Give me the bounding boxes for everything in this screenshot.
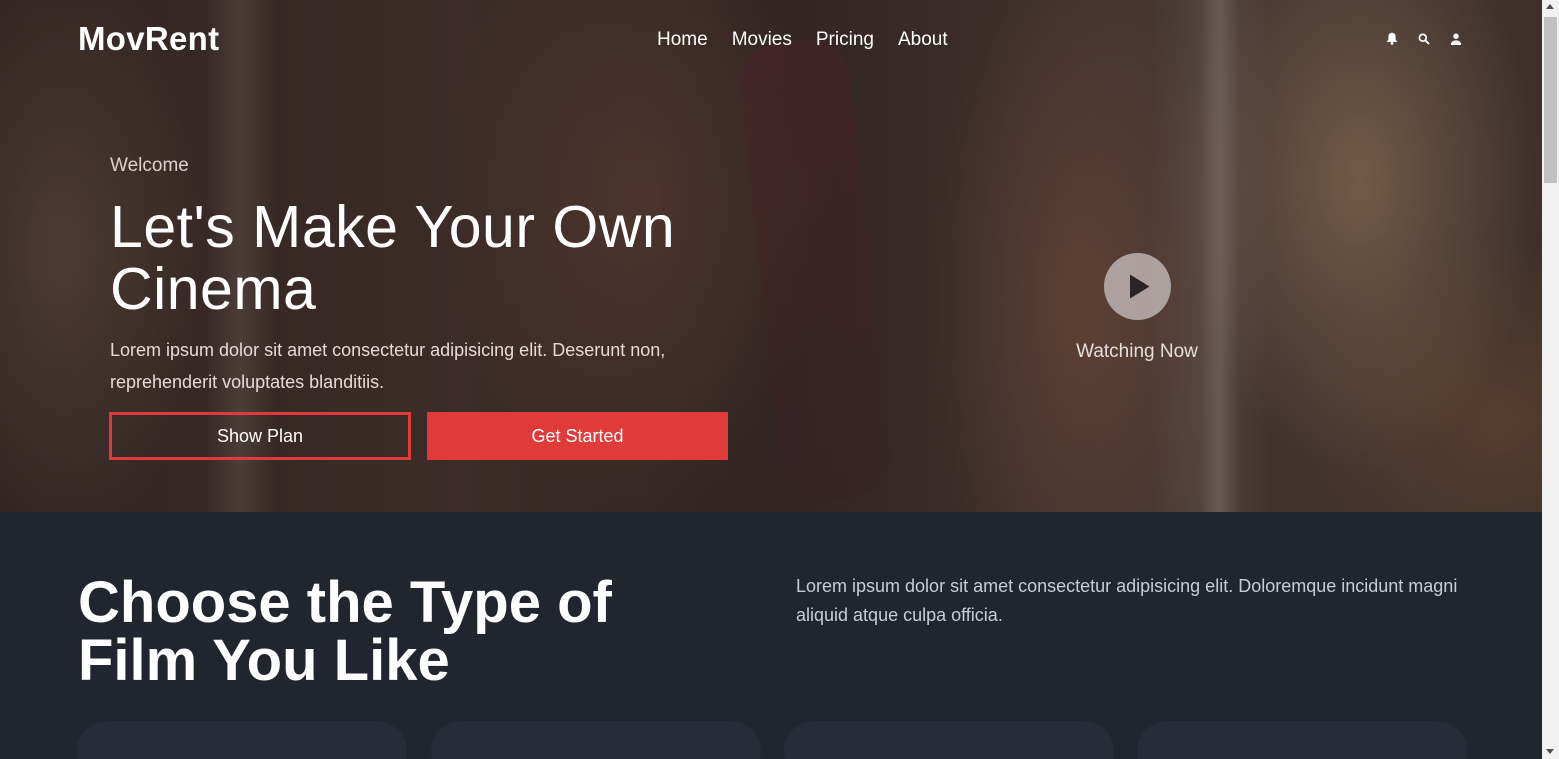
show-plan-button[interactable]: Show Plan bbox=[109, 412, 411, 460]
hero-welcome: Welcome bbox=[110, 155, 189, 176]
film-type-card[interactable] bbox=[431, 721, 761, 759]
scrollbar-thumb[interactable] bbox=[1544, 17, 1557, 183]
hero-description: Lorem ipsum dolor sit amet consectetur a… bbox=[110, 340, 666, 392]
search-icon[interactable] bbox=[1418, 33, 1430, 45]
user-icon[interactable] bbox=[1450, 33, 1462, 45]
nav-icon-group bbox=[1386, 32, 1462, 45]
film-type-card[interactable] bbox=[784, 721, 1114, 759]
bell-icon[interactable] bbox=[1386, 32, 1398, 45]
film-type-card[interactable] bbox=[1137, 721, 1467, 759]
play-button[interactable] bbox=[1104, 253, 1171, 320]
section-title: Choose the Type of Film You Like bbox=[78, 570, 612, 693]
nav-link-movies[interactable]: Movies bbox=[732, 29, 792, 51]
scroll-down-arrow-icon[interactable] bbox=[1546, 749, 1554, 754]
nav-link-home[interactable]: Home bbox=[657, 29, 708, 51]
hero-title: Let's Make Your Own Cinema bbox=[110, 194, 676, 322]
vertical-scrollbar[interactable] bbox=[1542, 0, 1559, 759]
section-description: Lorem ipsum dolor sit amet consectetur a… bbox=[796, 576, 1458, 625]
hero-section: MovRent Home Movies Pricing About Welcom… bbox=[0, 0, 1542, 512]
film-type-section: Choose the Type of Film You Like Lorem i… bbox=[0, 512, 1542, 759]
watching-now-label[interactable]: Watching Now bbox=[1037, 341, 1237, 363]
nav-link-pricing[interactable]: Pricing bbox=[816, 29, 874, 51]
main-nav: Home Movies Pricing About bbox=[657, 29, 948, 51]
page: MovRent Home Movies Pricing About Welcom… bbox=[0, 0, 1542, 759]
film-type-card[interactable] bbox=[77, 721, 407, 759]
nav-link-about[interactable]: About bbox=[898, 29, 948, 51]
scroll-up-arrow-icon[interactable] bbox=[1546, 4, 1554, 9]
play-icon bbox=[1130, 274, 1150, 299]
get-started-button[interactable]: Get Started bbox=[427, 412, 728, 460]
site-logo[interactable]: MovRent bbox=[78, 20, 219, 58]
